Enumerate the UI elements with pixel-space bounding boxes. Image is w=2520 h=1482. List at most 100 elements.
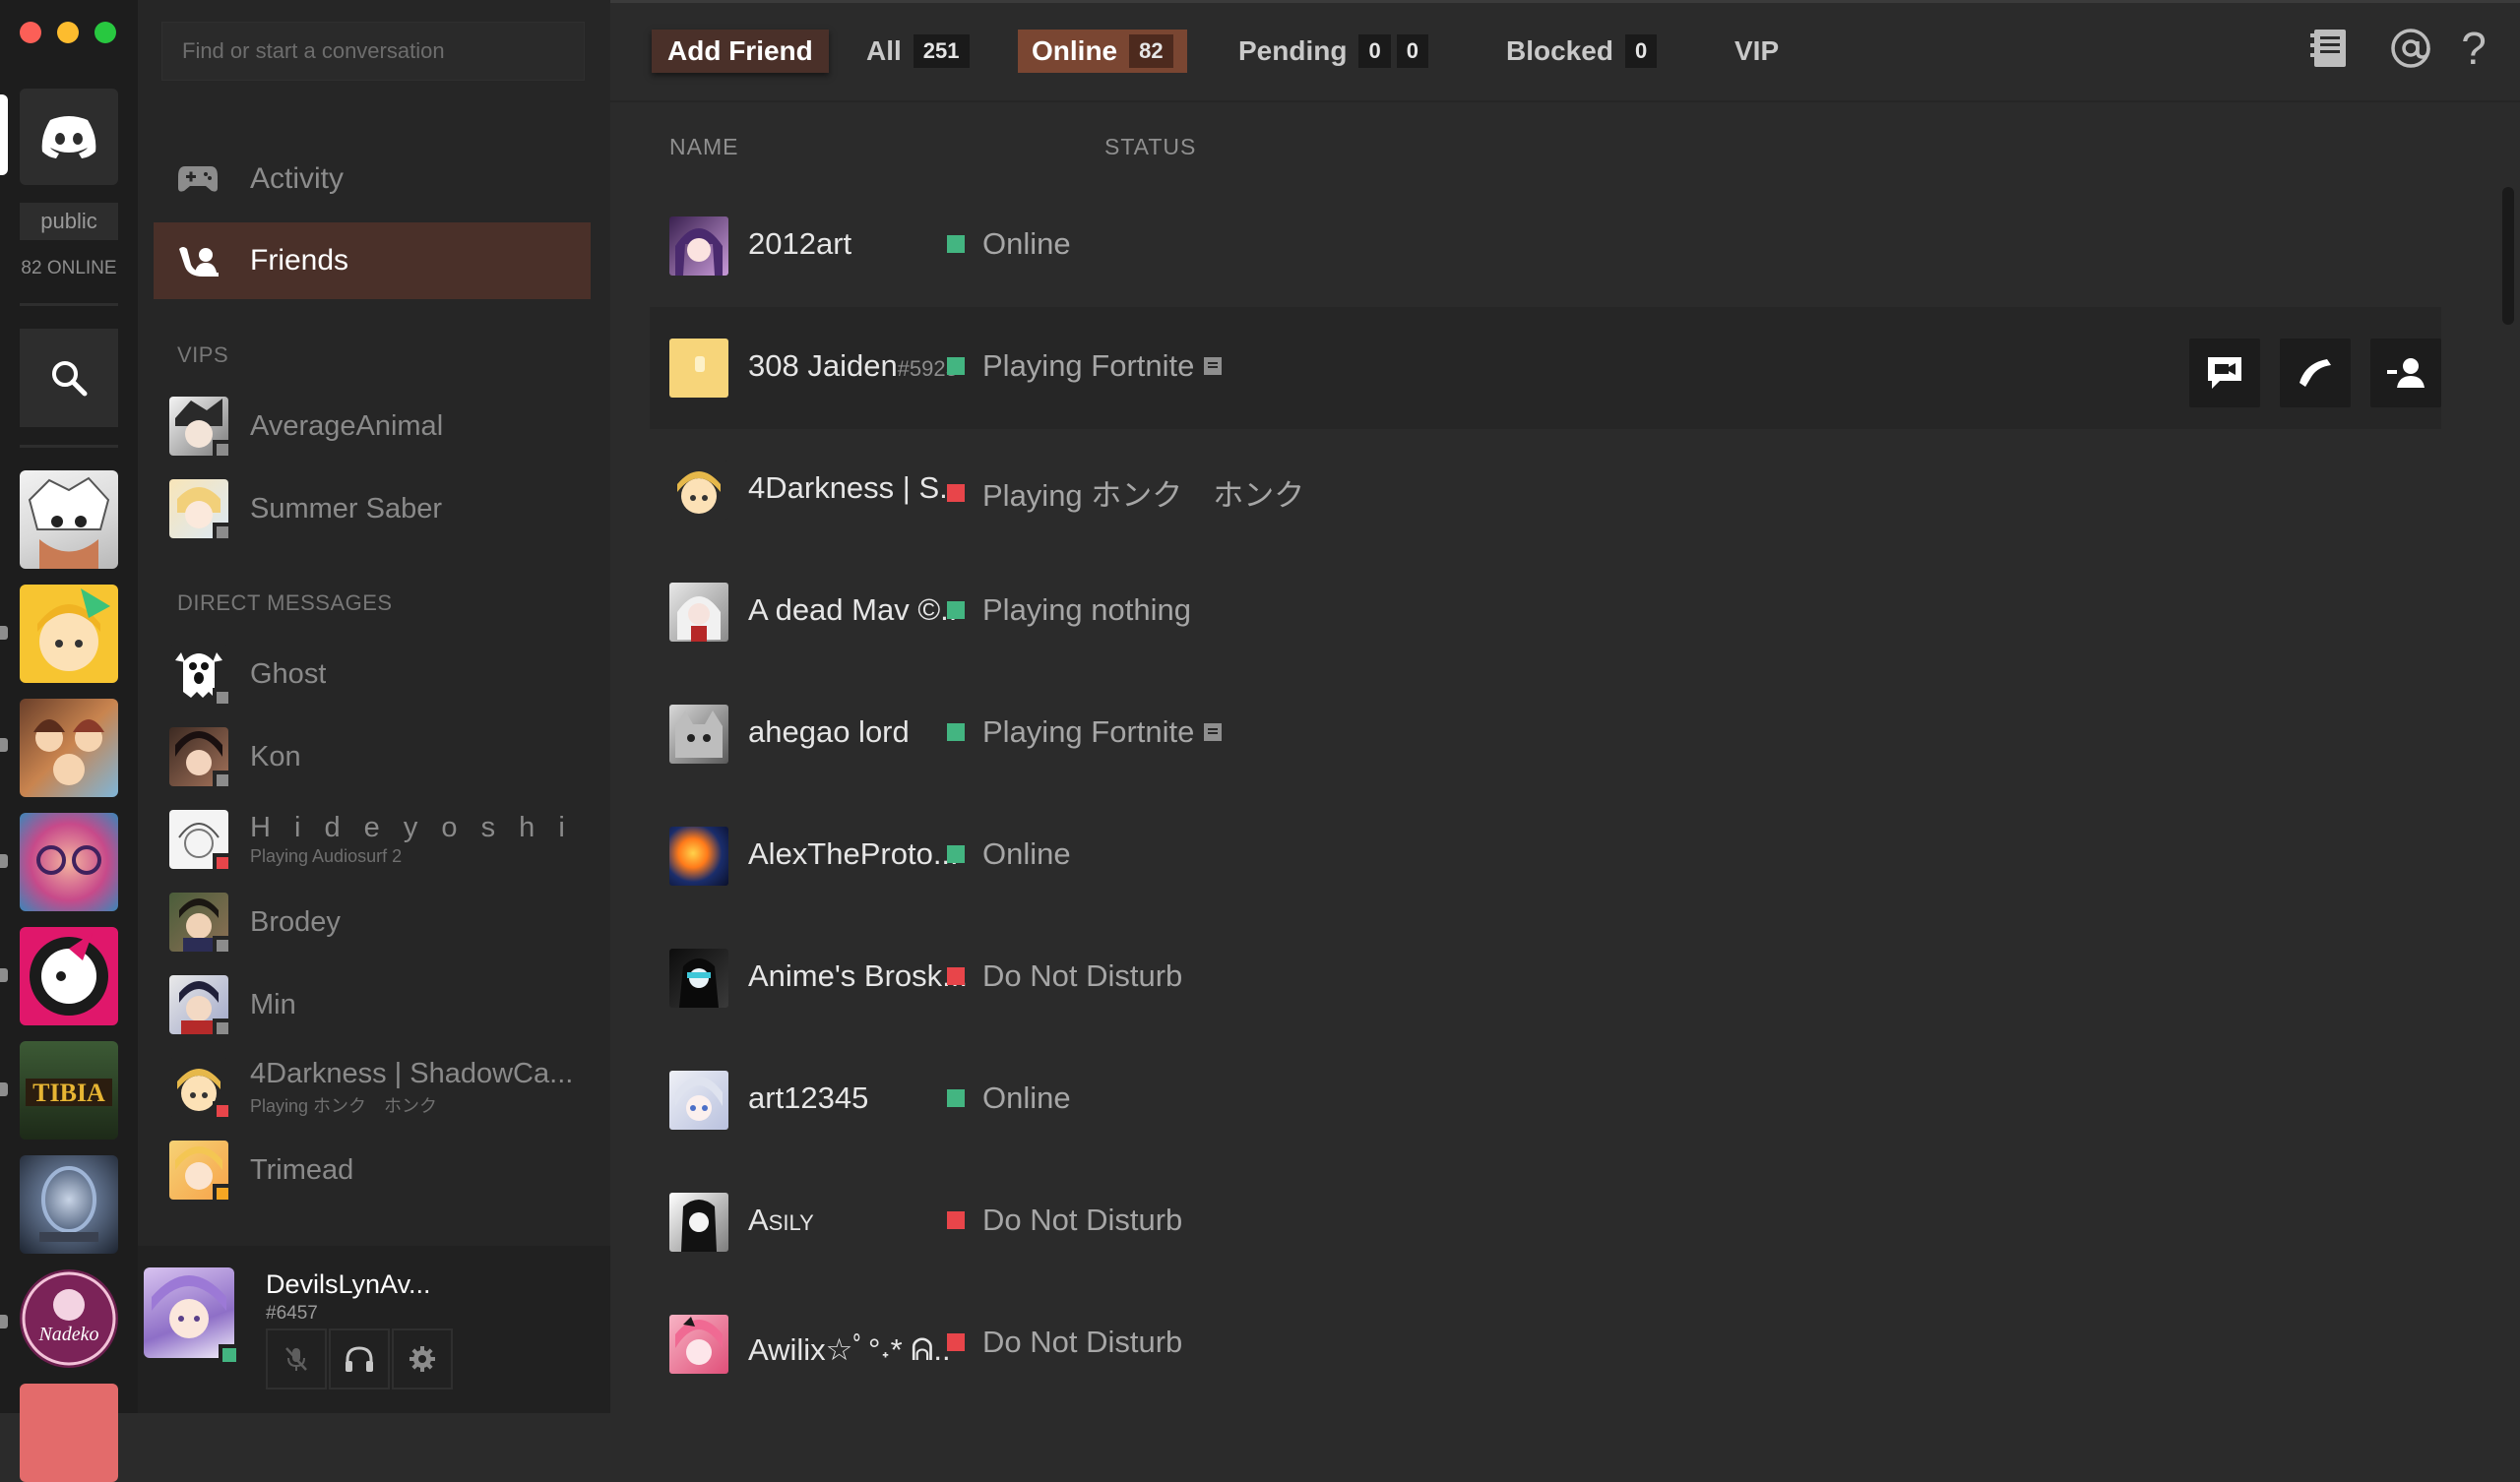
tab-pending[interactable]: Pending 0 0 — [1238, 30, 1428, 73]
vips-header: VIPS — [177, 342, 229, 367]
mute-button[interactable] — [266, 1328, 327, 1389]
friend-row[interactable]: A dead Mav ©.. Playing nothing — [650, 551, 2441, 673]
add-friend-button[interactable]: Add Friend — [652, 30, 829, 73]
status-offline-indicator — [213, 440, 232, 460]
server-icon[interactable] — [20, 585, 118, 683]
call-button[interactable] — [2280, 339, 2351, 407]
tab-blocked[interactable]: Blocked 0 — [1506, 30, 1658, 73]
friend-row[interactable]: Asily Do Not Disturb — [650, 1161, 2441, 1283]
server-icon[interactable]: Nadeko — [20, 1269, 118, 1368]
tab-all[interactable]: All 251 — [866, 30, 970, 73]
conversation-search-input[interactable]: Find or start a conversation — [161, 22, 585, 81]
server-icon[interactable] — [20, 927, 118, 1025]
friend-row[interactable]: AlexTheProto... Online — [650, 795, 2441, 917]
dm-name: 4Darkness | ShadowCa... — [250, 1057, 574, 1089]
inbox-button[interactable] — [2305, 24, 2355, 73]
friend-status: Playing ホンク ホンク — [947, 470, 1304, 515]
tab-online[interactable]: Online 82 — [1018, 30, 1187, 73]
dm-item[interactable]: Brodey — [169, 886, 593, 958]
friend-name: AlexTheProto... — [748, 836, 959, 872]
dm-item[interactable]: Ghost — [169, 638, 593, 710]
dm-item[interactable]: Kon — [169, 720, 593, 793]
nadeko-logo-icon: Nadeko — [22, 1271, 116, 1366]
video-chat-icon — [2208, 357, 2241, 389]
friend-name: Awilix☆ﾟ°˖* ᕱ.. — [748, 1325, 951, 1369]
friend-row[interactable]: ahegao lord Playing Fortnite — [650, 673, 2441, 795]
friend-username: 308 Jaiden — [748, 348, 898, 383]
dm-item[interactable]: H i d e y o s h i Playing Audiosurf 2 — [169, 803, 593, 876]
nav-friends[interactable]: Friends — [154, 222, 591, 299]
dm-name: Trimead — [250, 1153, 354, 1186]
friend-row[interactable]: 4Darkness | S... Playing ホンク ホンク — [650, 429, 2441, 551]
friend-username: 4Darkness | S... — [748, 470, 965, 505]
discord-logo-icon — [41, 116, 96, 158]
tab-label: Pending — [1238, 35, 1348, 66]
status-offline-indicator — [213, 688, 232, 708]
count-badge: 0 — [1624, 34, 1658, 68]
friend-status: Do Not Disturb — [947, 1325, 1182, 1360]
anime-group-icon — [33, 719, 104, 785]
friend-row[interactable]: 308 Jaiden#5925 Playing Fortnite — [650, 307, 2441, 429]
dm-item[interactable]: 4Darkness | ShadowCa... Playing ホンク ホンク — [169, 1051, 593, 1124]
window-minimize-button[interactable] — [57, 22, 79, 43]
rich-presence-icon[interactable] — [1204, 723, 1223, 741]
friend-status: Online — [947, 836, 1071, 872]
dm-name: Brodey — [250, 905, 341, 938]
nav-activity[interactable]: Activity — [154, 141, 591, 217]
friend-username: art12345 — [748, 1081, 869, 1115]
public-label: public — [20, 203, 118, 240]
dm-item[interactable]: Trimead — [169, 1134, 593, 1206]
avatar — [169, 1058, 232, 1121]
column-header-status[interactable]: STATUS — [1104, 134, 1196, 160]
status-text: Do Not Disturb — [982, 958, 1183, 993]
server-icon[interactable] — [20, 1384, 118, 1482]
status-dnd-indicator — [947, 483, 965, 502]
friend-status: Do Not Disturb — [947, 1203, 1182, 1238]
friend-name: 308 Jaiden#5925 — [748, 348, 958, 384]
remove-friend-button[interactable] — [2370, 339, 2441, 407]
tab-label: Online — [1032, 35, 1118, 66]
friend-row[interactable]: 2012art Online — [650, 185, 2441, 307]
dm-item[interactable]: Min — [169, 968, 593, 1041]
window-close-button[interactable] — [20, 22, 41, 43]
friend-row[interactable]: Anime's Brosk... Do Not Disturb — [650, 917, 2441, 1039]
column-header-name[interactable]: NAME — [669, 134, 738, 160]
user-settings-button[interactable] — [392, 1328, 453, 1389]
status-offline-indicator — [213, 1019, 232, 1038]
nav-label: Friends — [250, 244, 349, 277]
window-zoom-button[interactable] — [94, 22, 116, 43]
dm-sidebar: Find or start a conversation Activity Fr… — [138, 0, 610, 1413]
server-icon[interactable] — [20, 813, 118, 911]
avatar — [669, 339, 728, 398]
status-text: Do Not Disturb — [982, 1325, 1183, 1359]
avatar — [169, 810, 232, 873]
home-button[interactable] — [20, 89, 118, 185]
avatar — [669, 827, 728, 886]
vip-item[interactable]: Summer Saber — [169, 472, 593, 545]
video-chat-button[interactable] — [2189, 339, 2260, 407]
friend-status: Online — [947, 1081, 1071, 1116]
mascot-logo-icon — [30, 933, 108, 1016]
server-icon[interactable] — [20, 699, 118, 797]
friend-name: 4Darkness | S... — [748, 470, 965, 506]
rich-presence-icon[interactable] — [1204, 357, 1223, 375]
friend-row[interactable]: art12345 Online — [650, 1039, 2441, 1161]
vip-item[interactable]: AverageAnimal — [169, 390, 593, 463]
status-online-indicator — [947, 1089, 965, 1107]
friend-name: art12345 — [748, 1081, 868, 1116]
tab-vip[interactable]: VIP — [1734, 30, 1779, 73]
vip-name: AverageAnimal — [250, 409, 444, 442]
avatar — [669, 1071, 728, 1130]
mentions-button[interactable] — [2386, 24, 2435, 73]
help-icon[interactable]: ? — [2449, 23, 2498, 74]
friend-row[interactable]: Awilix☆ﾟ°˖* ᕱ.. Do Not Disturb — [650, 1283, 2441, 1405]
user-panel: DevilsLynAv... #6457 — [138, 1246, 610, 1413]
friends-list-scrollbar[interactable] — [2502, 187, 2514, 325]
friend-username: 2012art — [748, 226, 852, 261]
deafen-button[interactable] — [329, 1328, 390, 1389]
server-icon[interactable]: TIBIA — [20, 1041, 118, 1140]
server-icon[interactable] — [20, 1155, 118, 1254]
server-icon[interactable] — [20, 470, 118, 569]
friend-name: Asily — [748, 1203, 814, 1238]
server-search-button[interactable] — [20, 329, 118, 427]
